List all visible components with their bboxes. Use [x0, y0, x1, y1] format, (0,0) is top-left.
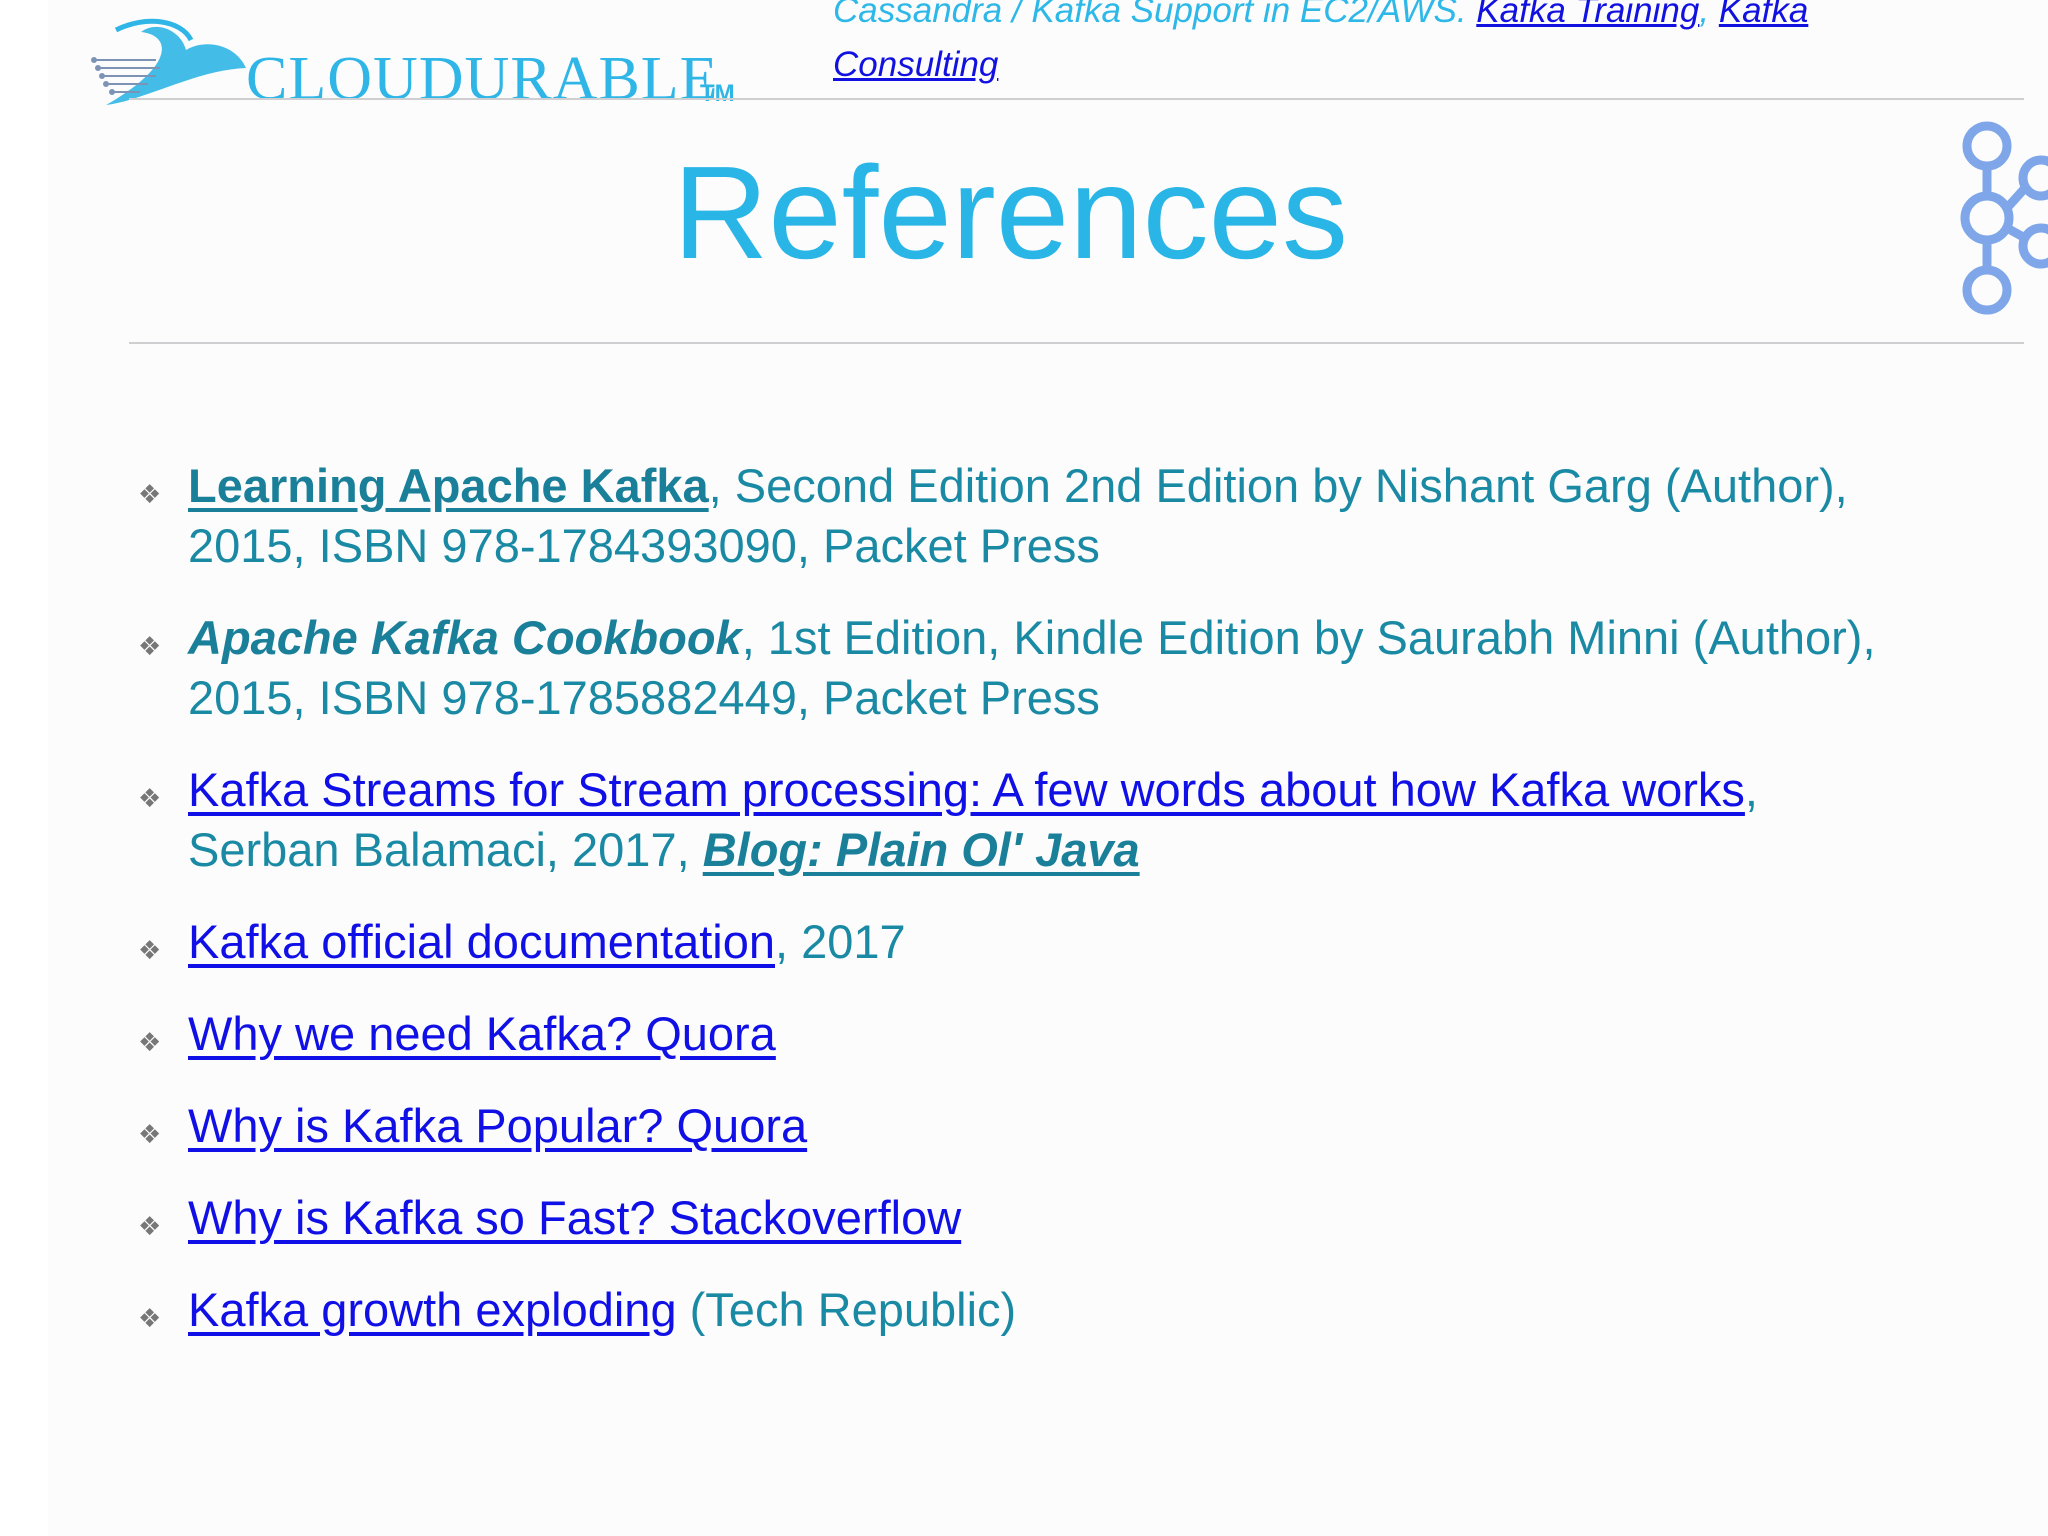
- diamond-bullet-icon: ❖: [138, 935, 162, 965]
- logo-wordmark: CLOUDURABLE: [246, 45, 719, 113]
- reference-item: ❖ Kafka Streams for Stream processing: A…: [136, 760, 2016, 880]
- reference-item: ❖ Kafka growth exploding (Tech Republic): [136, 1280, 2016, 1340]
- diamond-bullet-icon: ❖: [138, 1119, 162, 1149]
- reference-item: ❖ Why is Kafka Popular? Quora: [136, 1096, 2016, 1156]
- diamond-bullet-icon: ❖: [138, 1211, 162, 1241]
- reference-link[interactable]: Why is Kafka Popular? Quora: [188, 1099, 807, 1152]
- reference-title: Apache Kafka Cookbook: [188, 611, 742, 664]
- reference-text: 2015, ISBN 978-1784393090, Packet Press: [188, 519, 1100, 572]
- reference-link[interactable]: Why is Kafka so Fast? Stackoverflow: [188, 1191, 961, 1244]
- references-list: ❖ Learning Apache Kafka, Second Edition …: [136, 456, 2016, 1372]
- diamond-bullet-icon: ❖: [138, 479, 162, 509]
- logo-trademark: TM: [700, 80, 735, 107]
- diamond-bullet-icon: ❖: [138, 1303, 162, 1333]
- tagline-text: Cassandra / Kafka Support in EC2/AWS.: [833, 0, 1477, 30]
- page-title: References: [672, 139, 1349, 286]
- cloud-circuit-icon: [91, 18, 246, 105]
- diamond-bullet-icon: ❖: [138, 631, 162, 661]
- kafka-logo-icon: [1960, 121, 2048, 315]
- reference-link[interactable]: Why we need Kafka? Quora: [188, 1007, 776, 1060]
- diamond-bullet-icon: ❖: [138, 1027, 162, 1057]
- reference-text: ,: [1744, 763, 1758, 816]
- reference-item: ❖ Why is Kafka so Fast? Stackoverflow: [136, 1188, 2016, 1248]
- tagline-separator: ,: [1699, 0, 1719, 30]
- diamond-bullet-icon: ❖: [138, 783, 162, 813]
- reference-link[interactable]: Learning Apache Kafka: [188, 459, 709, 512]
- reference-item: ❖ Why we need Kafka? Quora: [136, 1004, 2016, 1064]
- reference-text: , 2017: [775, 915, 906, 968]
- slide: CLOUDURABLE TM Cassandra / Kafka Support…: [48, 0, 2048, 1536]
- header-tagline: Cassandra / Kafka Support in EC2/AWS. Ka…: [833, 0, 1983, 92]
- reference-text: Serban Balamaci, 2017,: [188, 823, 703, 876]
- reference-link[interactable]: Kafka official documentation: [188, 915, 775, 968]
- reference-item: ❖ Kafka official documentation, 2017: [136, 912, 2016, 972]
- reference-link[interactable]: Kafka Streams for Stream processing: A f…: [188, 763, 1745, 816]
- reference-link[interactable]: Kafka growth exploding: [188, 1283, 677, 1336]
- reference-text: , Second Edition 2nd Edition by Nishant …: [708, 459, 1848, 512]
- reference-text: , 1st Edition, Kindle Edition by Saurabh…: [741, 611, 1876, 664]
- cloudurable-logo[interactable]: CLOUDURABLE TM: [86, 10, 735, 120]
- title-divider: [129, 342, 2024, 344]
- header-divider: [129, 98, 2024, 100]
- kafka-training-link[interactable]: Kafka Training: [1476, 0, 1699, 30]
- reference-text: 2015, ISBN 978-1785882449, Packet Press: [188, 671, 1100, 724]
- reference-item: ❖ Learning Apache Kafka, Second Edition …: [136, 456, 2016, 576]
- blog-link[interactable]: Blog: Plain Ol' Java: [703, 823, 1140, 876]
- reference-text: (Tech Republic): [676, 1283, 1017, 1336]
- reference-item: ❖ Apache Kafka Cookbook, 1st Edition, Ki…: [136, 608, 2016, 728]
